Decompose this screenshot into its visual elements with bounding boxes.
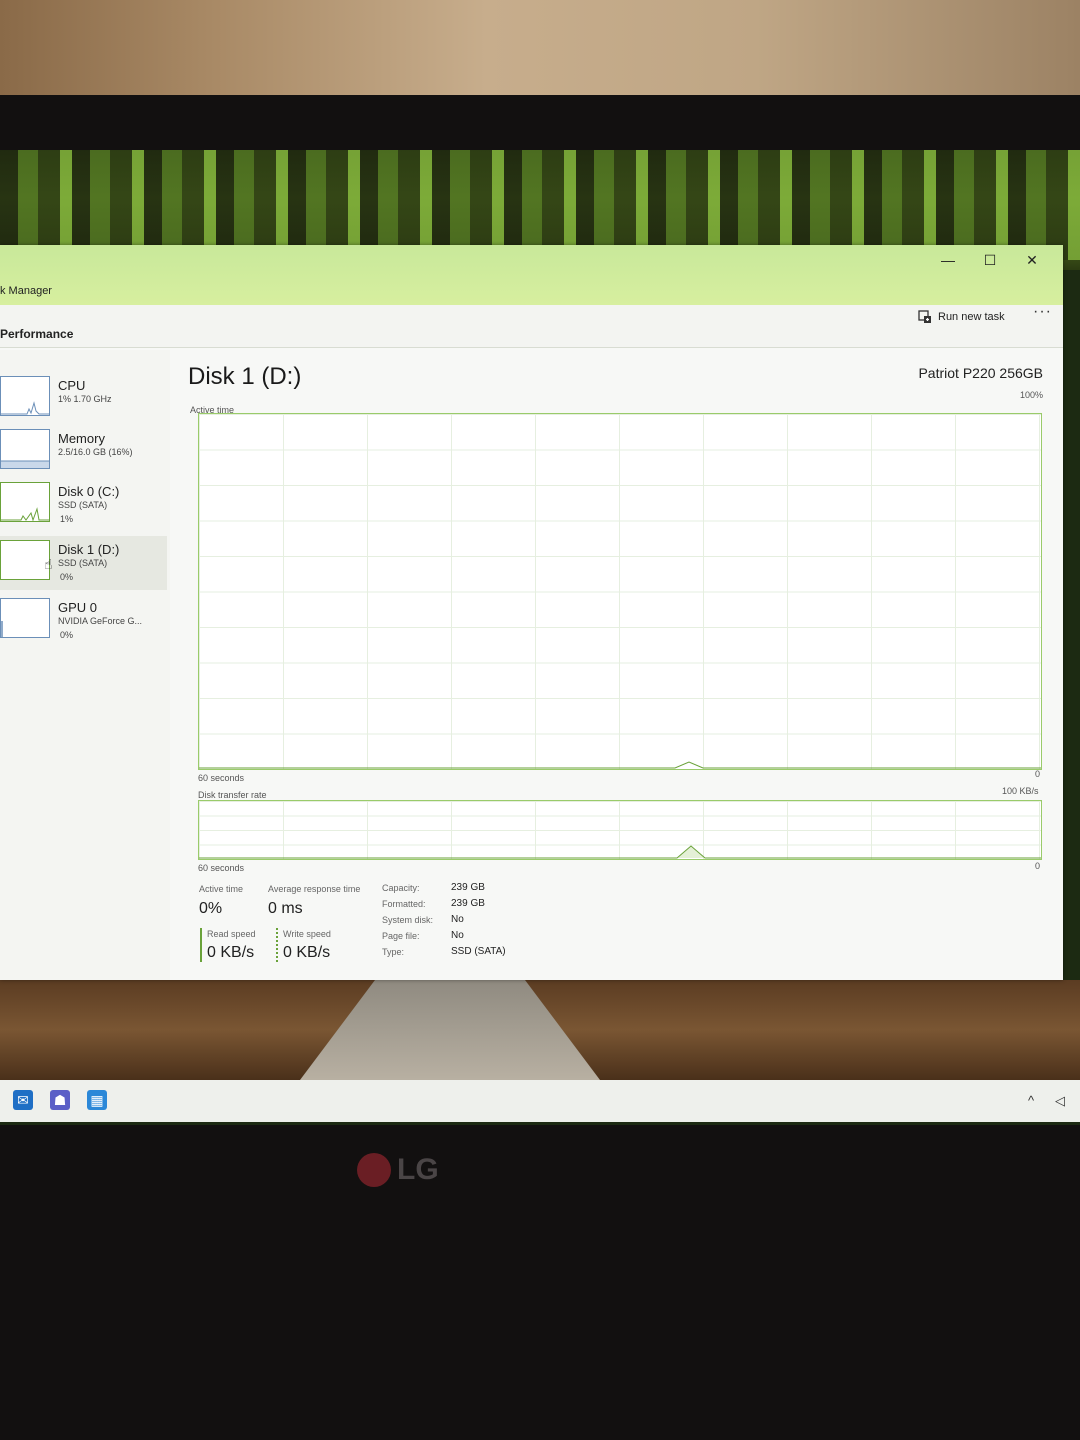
lg-logo: LG [357, 1153, 439, 1187]
app-title: k Manager [0, 285, 52, 297]
taskbar: ✉ ☗ ▦ [0, 1080, 1080, 1122]
tray-chevron-icon[interactable]: ^ [1028, 1093, 1034, 1108]
active-time-stat-label: Active time [199, 884, 244, 894]
teams-icon[interactable]: ☗ [50, 1090, 70, 1110]
type-label: Type: [382, 947, 405, 957]
minimize-button[interactable]: — [927, 247, 969, 273]
transfer-rate-max: 100 KB/s [1002, 786, 1039, 796]
photos-icon[interactable]: ▦ [87, 1090, 107, 1110]
read-speed-label: Read speed [207, 929, 256, 939]
sidebar-item-label: CPU [58, 378, 86, 393]
sidebar-item-usage: 0% [60, 630, 74, 640]
sidebar-item-usage: 0% [60, 572, 74, 582]
active-time-line [199, 761, 1041, 769]
sidebar-item-usage: 1% [60, 514, 74, 524]
write-speed-value: 0 KB/s [283, 944, 331, 961]
wallpaper-trees [0, 150, 1080, 260]
title-bar[interactable]: k Manager — ☐ ✕ [0, 245, 1063, 305]
sidebar-item-label: Disk 1 (D:) [58, 542, 120, 557]
capacity-value: 239 GB [451, 882, 485, 893]
sidebar-item-label: Disk 0 (C:) [58, 484, 120, 499]
more-options-button[interactable]: ··· [1033, 303, 1052, 321]
window-controls: — ☐ ✕ [927, 247, 1053, 273]
transfer-rate-duration: 60 seconds [198, 863, 245, 873]
system-disk-label: System disk: [382, 915, 434, 925]
maximize-button[interactable]: ☐ [969, 247, 1011, 273]
active-time-max: 100% [1019, 390, 1043, 400]
read-speed-indicator [200, 928, 202, 962]
read-speed-value: 0 KB/s [207, 944, 255, 961]
tray-arrow-icon[interactable]: ◁ [1055, 1093, 1065, 1109]
gpu-mini-graph [1, 621, 3, 637]
hand-cursor-icon: ☝ [44, 556, 53, 572]
transfer-rate-graph [198, 800, 1042, 860]
capacity-label: Capacity: [382, 883, 420, 893]
sidebar-item-detail: SSD (SATA) [58, 500, 108, 510]
desktop-wallpaper: k Manager — ☐ ✕ Performance Run new task… [0, 150, 1080, 1125]
formatted-label: Formatted: [382, 899, 426, 909]
disk1-thumbnail [0, 540, 50, 580]
write-speed-label: Write speed [283, 929, 331, 939]
page-file-value: No [451, 930, 464, 941]
cpu-mini-graph [1, 401, 49, 415]
memory-mini-graph [1, 460, 49, 468]
run-new-task-label: Run new task [938, 311, 1005, 323]
page-file-label: Page file: [382, 931, 420, 941]
active-time-duration: 60 seconds [198, 773, 245, 783]
sidebar-item-cpu[interactable]: CPU 1% 1.70 GHz [0, 372, 167, 426]
sidebar-item-gpu-0[interactable]: GPU 0 NVIDIA GeForce G... 0% [0, 594, 167, 648]
active-time-graph [198, 413, 1042, 770]
performance-sidebar: CPU 1% 1.70 GHz Memory 2.5/16.0 GB (16%) [0, 350, 170, 980]
sidebar-item-detail: NVIDIA GeForce G... [58, 616, 143, 626]
gpu-thumbnail [0, 598, 50, 638]
sidebar-item-detail: 1% 1.70 GHz [58, 394, 112, 404]
close-button[interactable]: ✕ [1011, 247, 1053, 273]
transfer-rate-label: Disk transfer rate [198, 790, 267, 800]
disk0-mini-graph [1, 507, 49, 521]
disk0-thumbnail [0, 482, 50, 522]
memory-thumbnail [0, 429, 50, 469]
sidebar-item-disk-0[interactable]: Disk 0 (C:) SSD (SATA) 1% [0, 478, 167, 532]
disk-model: Patriot P220 256GB [918, 365, 1043, 381]
lg-brand-text: LG [397, 1153, 439, 1186]
avg-response-value: 0 ms [268, 900, 303, 917]
sidebar-item-memory[interactable]: Memory 2.5/16.0 GB (16%) [0, 425, 167, 479]
active-time-stat-value: 0% [199, 900, 223, 917]
toolbar [0, 305, 1063, 348]
system-disk-value: No [451, 914, 464, 925]
run-new-task-button[interactable]: Run new task [918, 310, 1005, 324]
task-manager-window: k Manager — ☐ ✕ Performance Run new task… [0, 245, 1063, 980]
sidebar-item-label: Memory [58, 431, 105, 446]
write-speed-indicator [276, 928, 278, 962]
sidebar-item-detail: 2.5/16.0 GB (16%) [58, 447, 133, 457]
sidebar-item-detail: SSD (SATA) [58, 558, 108, 568]
formatted-value: 239 GB [451, 898, 485, 909]
page-title: Disk 1 (D:) [188, 363, 302, 390]
lg-logo-circle-icon [357, 1153, 391, 1187]
cpu-thumbnail [0, 376, 50, 416]
sidebar-item-disk-1[interactable]: Disk 1 (D:) SSD (SATA) 0% ☝ [0, 536, 167, 590]
outlook-icon[interactable]: ✉ [13, 1090, 33, 1110]
sidebar-item-label: GPU 0 [58, 600, 98, 615]
avg-response-label: Average response time [268, 884, 361, 894]
active-time-min: 0 [1035, 769, 1041, 779]
section-title: Performance [0, 327, 74, 341]
transfer-rate-min: 0 [1035, 861, 1041, 871]
type-value: SSD (SATA) [451, 946, 506, 957]
transfer-rate-line [199, 845, 1041, 859]
run-task-icon [918, 310, 931, 323]
